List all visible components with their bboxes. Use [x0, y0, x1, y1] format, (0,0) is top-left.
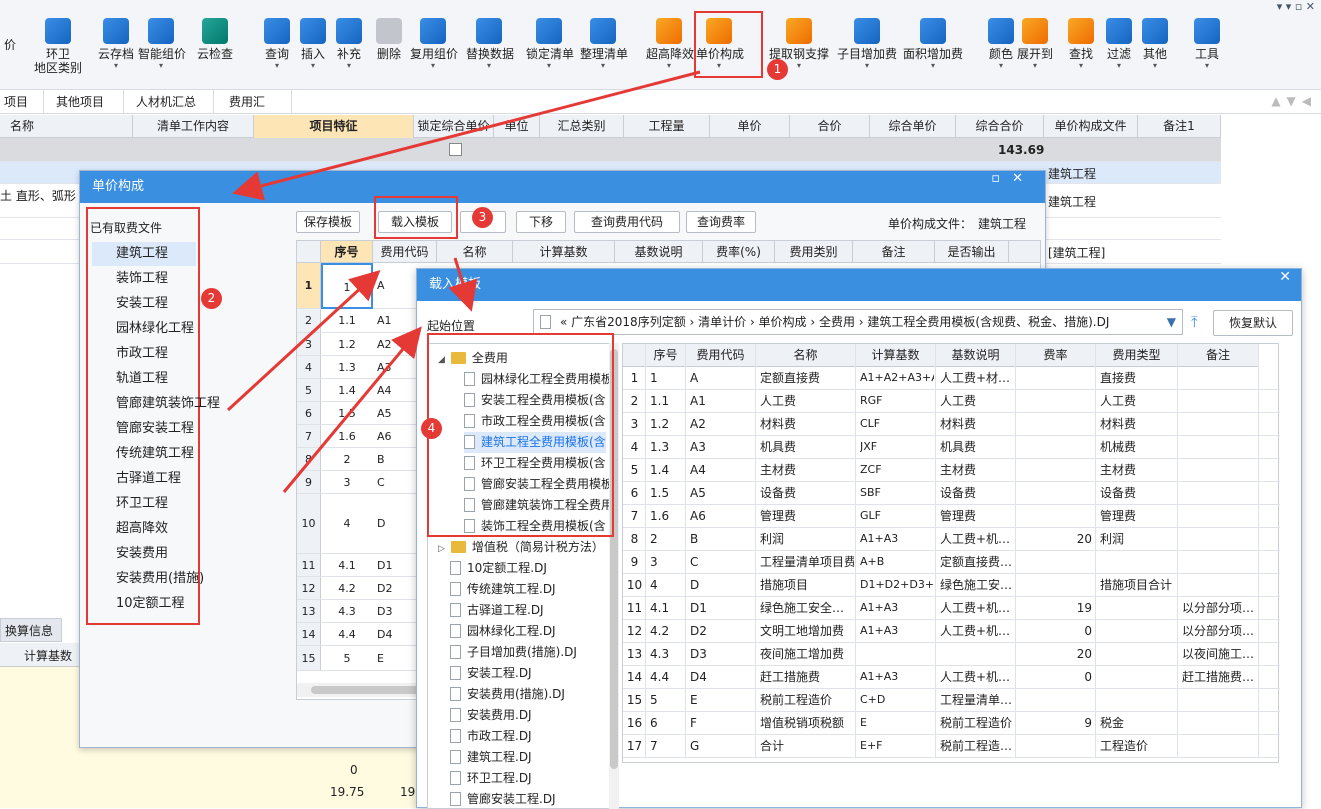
arrow-line [282, 326, 422, 493]
arrow-line [448, 257, 478, 312]
arrow-line [226, 269, 381, 412]
arrow-line [232, 70, 701, 201]
annotation-arrows [226, 70, 701, 493]
